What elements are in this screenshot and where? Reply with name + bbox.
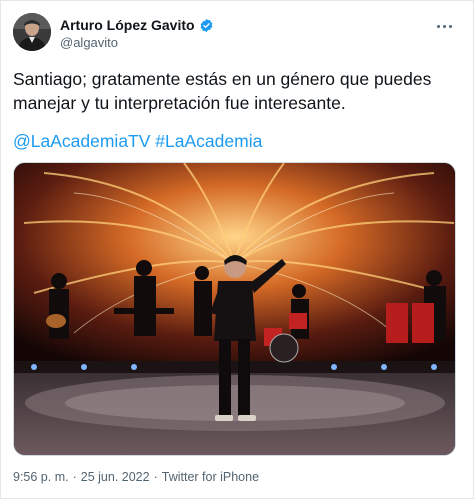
author-name-row: Arturo López Gavito xyxy=(60,17,214,33)
hashtag-link-laacademia[interactable]: #LaAcademia xyxy=(155,131,262,151)
hashtag-link-laacademiatv[interactable]: @LaAcademiaTV xyxy=(13,131,150,151)
tweet-text: Santiago; gratamente estás en un género … xyxy=(13,69,432,113)
tweet-source[interactable]: Twitter for iPhone xyxy=(162,470,259,484)
author-handle[interactable]: @algavito xyxy=(60,35,118,50)
tweet-photo[interactable] xyxy=(13,162,456,456)
tweet-date[interactable]: 25 jun. 2022 xyxy=(81,470,150,484)
tweet-header: Arturo López Gavito @algavito xyxy=(13,13,463,57)
dot-icon xyxy=(436,24,440,28)
tweet-card: Arturo López Gavito @algavito Santiago; … xyxy=(0,0,474,499)
dot-icon xyxy=(448,24,452,28)
tweet-hashtags: @LaAcademiaTV #LaAcademia xyxy=(13,129,262,153)
more-options-icon[interactable] xyxy=(433,17,455,35)
meta-separator: · xyxy=(153,470,158,484)
verified-badge-icon xyxy=(199,18,214,33)
dot-icon xyxy=(442,24,446,28)
tweet-meta: 9:56 p. m. · 25 jun. 2022 · Twitter for … xyxy=(13,470,259,484)
avatar[interactable] xyxy=(13,13,51,51)
tweet-time[interactable]: 9:56 p. m. xyxy=(13,470,69,484)
author-name[interactable]: Arturo López Gavito xyxy=(60,17,195,33)
meta-separator: · xyxy=(72,470,77,484)
